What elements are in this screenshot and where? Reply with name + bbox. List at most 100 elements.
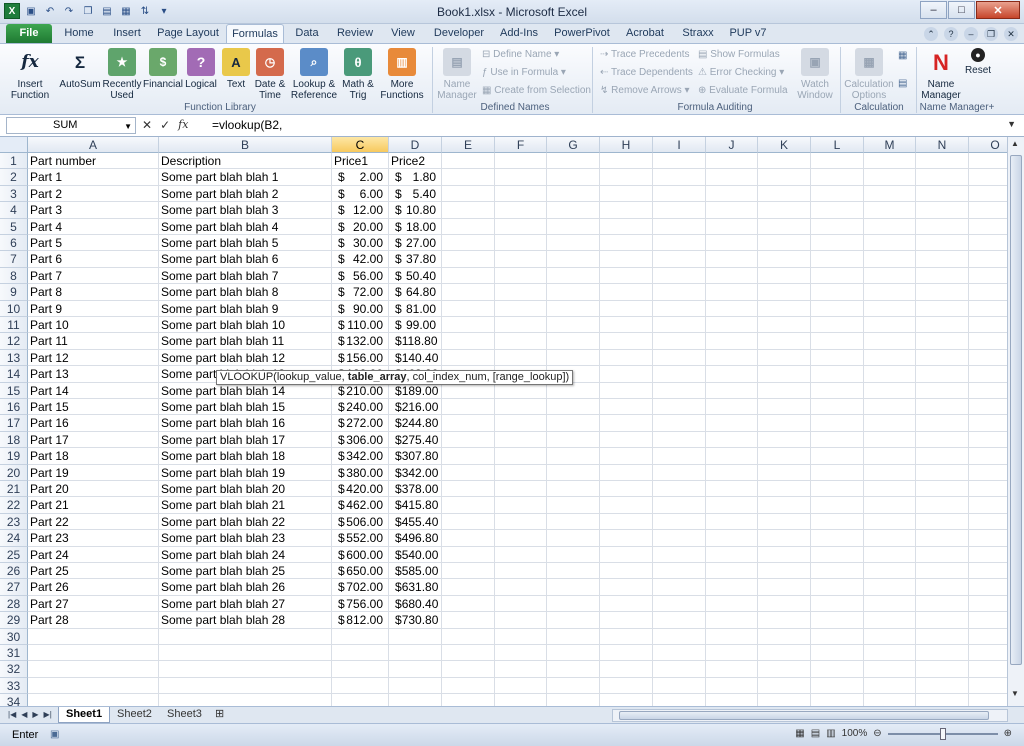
- cell-price2[interactable]: $18.00: [391, 219, 440, 235]
- cell-price2[interactable]: $496.80: [391, 530, 440, 546]
- calculate-sheet-icon[interactable]: ▤: [898, 78, 907, 89]
- row-header-25[interactable]: 25: [0, 546, 28, 563]
- vertical-scroll-thumb[interactable]: [1010, 155, 1022, 665]
- cell-price2[interactable]: $378.00: [391, 481, 440, 497]
- zoom-in-icon[interactable]: ⊕: [1004, 728, 1012, 739]
- cancel-formula-icon[interactable]: ✕: [142, 118, 152, 132]
- cell-description[interactable]: Some part blah blah 15: [161, 399, 330, 415]
- cell-price1[interactable]: $156.00: [334, 350, 387, 366]
- prev-sheet-icon[interactable]: ◀: [21, 710, 27, 719]
- row-header-34[interactable]: 34: [0, 694, 28, 706]
- column-header-d[interactable]: D: [389, 137, 442, 153]
- cell-part-number[interactable]: Part 16: [30, 415, 157, 431]
- name-manager-button[interactable]: ▤ Name Manager: [436, 46, 478, 101]
- cell-price1[interactable]: $20.00: [334, 219, 387, 235]
- financial-button[interactable]: $ Financial: [142, 46, 184, 90]
- row-header-22[interactable]: 22: [0, 497, 28, 514]
- cell-description[interactable]: Some part blah blah 27: [161, 596, 330, 612]
- row-header-32[interactable]: 32: [0, 661, 28, 678]
- cell-description[interactable]: Some part blah blah 18: [161, 448, 330, 464]
- row-header-29[interactable]: 29: [0, 612, 28, 629]
- row-header-9[interactable]: 9: [0, 284, 28, 301]
- cell-description[interactable]: Some part blah blah 9: [161, 301, 330, 317]
- column-header-f[interactable]: F: [495, 137, 547, 153]
- row-header-4[interactable]: 4: [0, 202, 28, 219]
- column-header-h[interactable]: H: [600, 137, 653, 153]
- column-header-c[interactable]: C: [332, 137, 389, 153]
- cell-price2[interactable]: $140.40: [391, 350, 440, 366]
- minimize-button[interactable]: –: [920, 1, 947, 19]
- cell-price1[interactable]: $380.00: [334, 465, 387, 481]
- cell-description[interactable]: Some part blah blah 25: [161, 563, 330, 579]
- horizontal-scrollbar[interactable]: [612, 709, 1008, 722]
- cell-price1[interactable]: $552.00: [334, 530, 387, 546]
- lookup-reference-button[interactable]: ⌕ Lookup & Reference: [290, 46, 338, 101]
- cell-description[interactable]: Some part blah blah 12: [161, 350, 330, 366]
- tab-developer[interactable]: Developer: [430, 24, 488, 43]
- row-header-1[interactable]: 1: [0, 153, 28, 170]
- column-header-e[interactable]: E: [442, 137, 495, 153]
- cell-part-number[interactable]: Part 28: [30, 612, 157, 628]
- row-header-6[interactable]: 6: [0, 235, 28, 252]
- row-header-13[interactable]: 13: [0, 349, 28, 367]
- use-in-formula-button[interactable]: ƒ Use in Formula ▾: [482, 67, 566, 78]
- row-header-24[interactable]: 24: [0, 530, 28, 547]
- row-header-21[interactable]: 21: [0, 481, 28, 498]
- name-box[interactable]: SUM ▼: [6, 117, 136, 134]
- cell-description[interactable]: Some part blah blah 19: [161, 465, 330, 481]
- row-header-11[interactable]: 11: [0, 317, 28, 334]
- cell-price1[interactable]: $30.00: [334, 235, 387, 251]
- scroll-down-icon[interactable]: ▼: [1011, 689, 1019, 698]
- insert-function-button[interactable]: fx Insert Function: [8, 46, 52, 101]
- cell-part-number[interactable]: Part 15: [30, 399, 157, 415]
- cell-price1[interactable]: $6.00: [334, 186, 387, 202]
- cell-description[interactable]: Some part blah blah 6: [161, 251, 330, 267]
- row-header-23[interactable]: 23: [0, 513, 28, 531]
- zoom-out-icon[interactable]: ⊖: [873, 728, 881, 739]
- sheet-tab-sheet2[interactable]: Sheet2: [110, 707, 159, 723]
- row-header-19[interactable]: 19: [0, 448, 28, 465]
- cell-price1[interactable]: $2.00: [334, 169, 387, 185]
- cell-description[interactable]: Some part blah blah 11: [161, 333, 330, 349]
- row-header-12[interactable]: 12: [0, 333, 28, 350]
- tab-page-layout[interactable]: Page Layout: [154, 24, 222, 43]
- cell-description[interactable]: Some part blah blah 3: [161, 202, 330, 218]
- column-header-n[interactable]: N: [916, 137, 969, 153]
- header-price2[interactable]: Price2: [391, 153, 440, 169]
- cell-price1[interactable]: $72.00: [334, 284, 387, 300]
- worksheet-grid[interactable]: ABCDEFGHIJKLMNO 1 2 3 4 5 6 7 8 9 10 11 12 13 14 15 16 1…: [0, 137, 1007, 706]
- cell-description[interactable]: Some part blah blah 24: [161, 547, 330, 563]
- insert-sheet-icon[interactable]: ⊞: [208, 707, 231, 723]
- cell-description[interactable]: Some part blah blah 1: [161, 169, 330, 185]
- date-time-button[interactable]: ◷ Date & Time: [252, 46, 288, 101]
- cell-part-number[interactable]: Part 2: [30, 186, 157, 202]
- cell-price1[interactable]: $812.00: [334, 612, 387, 628]
- row-header-8[interactable]: 8: [0, 267, 28, 285]
- row-header-28[interactable]: 28: [0, 595, 28, 613]
- column-header-l[interactable]: L: [811, 137, 864, 153]
- header-part-number[interactable]: Part number: [30, 153, 157, 169]
- column-header-i[interactable]: I: [653, 137, 706, 153]
- cell-price2[interactable]: $1.80: [391, 169, 440, 185]
- cell-price2[interactable]: $99.00: [391, 317, 440, 333]
- cell-price2[interactable]: $455.40: [391, 514, 440, 530]
- cell-part-number[interactable]: Part 12: [30, 350, 157, 366]
- cell-part-number[interactable]: Part 10: [30, 317, 157, 333]
- tab-data[interactable]: Data: [288, 24, 326, 43]
- cell-price2[interactable]: $216.00: [391, 399, 440, 415]
- create-from-selection-button[interactable]: ▦ Create from Selection: [482, 85, 591, 96]
- cell-price1[interactable]: $12.00: [334, 202, 387, 218]
- name-box-dropdown-icon[interactable]: ▼: [124, 119, 132, 134]
- cell-price2[interactable]: $27.00: [391, 235, 440, 251]
- cell-part-number[interactable]: Part 19: [30, 465, 157, 481]
- tab-formulas[interactable]: Formulas: [226, 24, 284, 43]
- error-checking-button[interactable]: ⚠ Error Checking ▾: [698, 67, 784, 78]
- tab-pup-v7[interactable]: PUP v7: [726, 24, 770, 43]
- cell-price1[interactable]: $702.00: [334, 579, 387, 595]
- row-header-27[interactable]: 27: [0, 579, 28, 596]
- select-all-corner[interactable]: [0, 137, 28, 153]
- row-header-20[interactable]: 20: [0, 464, 28, 481]
- header-price1[interactable]: Price1: [334, 153, 387, 169]
- watch-window-button[interactable]: ▣ Watch Window: [794, 46, 836, 101]
- cell-description[interactable]: Some part blah blah 4: [161, 219, 330, 235]
